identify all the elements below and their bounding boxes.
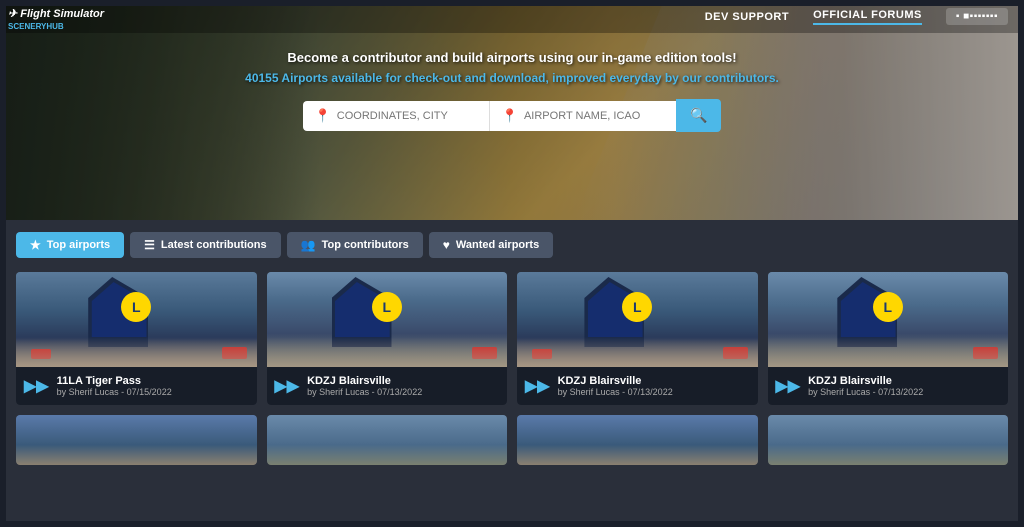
tarmac-1 (267, 337, 508, 367)
card-title-2: KDZJ Blairsville (558, 375, 750, 387)
plane-logo-3: L (873, 292, 903, 322)
tab-top-airports[interactable]: ★ Top airports (16, 232, 124, 258)
card-arrow-icon-1: ▶▶ (275, 376, 300, 396)
plane-logo-1: L (372, 292, 402, 322)
card-title-0: 11LA Tiger Pass (57, 375, 249, 387)
card-arrow-icon-3: ▶▶ (776, 376, 801, 396)
tab-wanted-label: Wanted airports (456, 239, 539, 251)
logo: ✈ Flight Simulator SCENERYHUB (8, 4, 104, 31)
card-info-3: ▶▶ KDZJ Blairsville by Sherif Lucas - 07… (768, 367, 1009, 405)
logo-sceneryhub-text: SCENERYHUB (8, 22, 104, 31)
nav-dev-support[interactable]: DEV SUPPORT (705, 11, 789, 23)
tarmac-3 (768, 337, 1009, 367)
card-image-1: L (267, 272, 508, 367)
airport-search-wrap: 📍 (490, 101, 676, 131)
plane-logo-0: L (121, 292, 151, 322)
airport-card-3[interactable]: L ▶▶ KDZJ Blairsville by Sherif Lucas - … (768, 272, 1009, 405)
header-count: 40155 Airports available for check-out a… (0, 71, 1024, 85)
header-tagline: Become a contributor and build airports … (0, 50, 1024, 65)
coords-search-input[interactable] (337, 110, 477, 122)
bottom-card-img-1 (267, 415, 508, 465)
bottom-card-img-2 (517, 415, 758, 465)
tab-contributors-label: Top contributors (322, 239, 409, 251)
card-arrow-icon-0: ▶▶ (24, 376, 49, 396)
nav-official-forums[interactable]: OFFICIAL FORUMS (813, 9, 922, 25)
airport-pin-icon: 📍 (502, 108, 518, 124)
card-meta-1: by Sherif Lucas - 07/13/2022 (307, 387, 499, 397)
bottom-row (16, 415, 1008, 465)
bottom-card-2[interactable] (517, 415, 758, 465)
bottom-card-0[interactable] (16, 415, 257, 465)
airport-grid: L ▶▶ 11LA Tiger Pass by Sherif Lucas - 0… (16, 272, 1008, 405)
card-text-1: KDZJ Blairsville by Sherif Lucas - 07/13… (307, 375, 499, 397)
nav-user-button[interactable]: ▪ ■▪▪▪▪▪▪▪ (946, 8, 1008, 25)
airport-card-2[interactable]: L ▶▶ KDZJ Blairsville by Sherif Lucas - … (517, 272, 758, 405)
airport-search-input[interactable] (524, 110, 664, 122)
bottom-card-img-0 (16, 415, 257, 465)
card-meta-0: by Sherif Lucas - 07/15/2022 (57, 387, 249, 397)
plane-logo-2: L (622, 292, 652, 322)
card-text-0: 11LA Tiger Pass by Sherif Lucas - 07/15/… (57, 375, 249, 397)
card-info-1: ▶▶ KDZJ Blairsville by Sherif Lucas - 07… (267, 367, 508, 405)
main-content: ★ Top airports ☰ Latest contributions 👥 … (0, 220, 1024, 527)
card-meta-3: by Sherif Lucas - 07/13/2022 (808, 387, 1000, 397)
coords-search-wrap: 📍 (303, 101, 490, 131)
tarmac-2 (517, 337, 758, 367)
card-text-3: KDZJ Blairsville by Sherif Lucas - 07/13… (808, 375, 1000, 397)
pin-icon: 📍 (315, 108, 331, 124)
list-icon: ☰ (144, 238, 155, 252)
bottom-card-1[interactable] (267, 415, 508, 465)
airport-card-0[interactable]: L ▶▶ 11LA Tiger Pass by Sherif Lucas - 0… (16, 272, 257, 405)
users-icon: 👥 (301, 238, 316, 252)
card-title-3: KDZJ Blairsville (808, 375, 1000, 387)
search-bar: 📍 📍 🔍 (0, 99, 1024, 132)
bottom-card-img-3 (768, 415, 1009, 465)
tab-latest-label: Latest contributions (161, 239, 267, 251)
card-meta-2: by Sherif Lucas - 07/13/2022 (558, 387, 750, 397)
card-info-2: ▶▶ KDZJ Blairsville by Sherif Lucas - 07… (517, 367, 758, 405)
tarmac-0 (16, 337, 257, 367)
card-image-3: L (768, 272, 1009, 367)
count-suffix: available for check-out and download, im… (328, 71, 779, 85)
card-text-2: KDZJ Blairsville by Sherif Lucas - 07/13… (558, 375, 750, 397)
hero-banner: ✈ Flight Simulator SCENERYHUB DEV SUPPOR… (0, 0, 1024, 220)
heart-icon: ♥ (443, 238, 450, 252)
star-icon: ★ (30, 238, 41, 252)
tab-top-contributors[interactable]: 👥 Top contributors (287, 232, 423, 258)
logo-area: ✈ Flight Simulator SCENERYHUB (8, 4, 104, 31)
nav-links: DEV SUPPORT OFFICIAL FORUMS ▪ ■▪▪▪▪▪▪▪ (705, 8, 1008, 25)
card-title-1: KDZJ Blairsville (307, 375, 499, 387)
tabs-bar: ★ Top airports ☰ Latest contributions 👥 … (16, 232, 1008, 258)
tab-latest-contributions[interactable]: ☰ Latest contributions (130, 232, 281, 258)
airport-count: 40155 Airports (245, 71, 328, 85)
card-info-0: ▶▶ 11LA Tiger Pass by Sherif Lucas - 07/… (16, 367, 257, 405)
airport-card-1[interactable]: L ▶▶ KDZJ Blairsville by Sherif Lucas - … (267, 272, 508, 405)
search-button[interactable]: 🔍 (676, 99, 721, 132)
top-navigation: ✈ Flight Simulator SCENERYHUB DEV SUPPOR… (0, 0, 1024, 33)
card-image-2: L (517, 272, 758, 367)
bottom-card-3[interactable] (768, 415, 1009, 465)
tab-top-airports-label: Top airports (47, 239, 110, 251)
card-arrow-icon-2: ▶▶ (525, 376, 550, 396)
card-image-0: L (16, 272, 257, 367)
header-content: Become a contributor and build airports … (0, 50, 1024, 132)
logo-flight-text: ✈ Flight Simulator (8, 8, 104, 20)
tab-wanted-airports[interactable]: ♥ Wanted airports (429, 232, 553, 258)
